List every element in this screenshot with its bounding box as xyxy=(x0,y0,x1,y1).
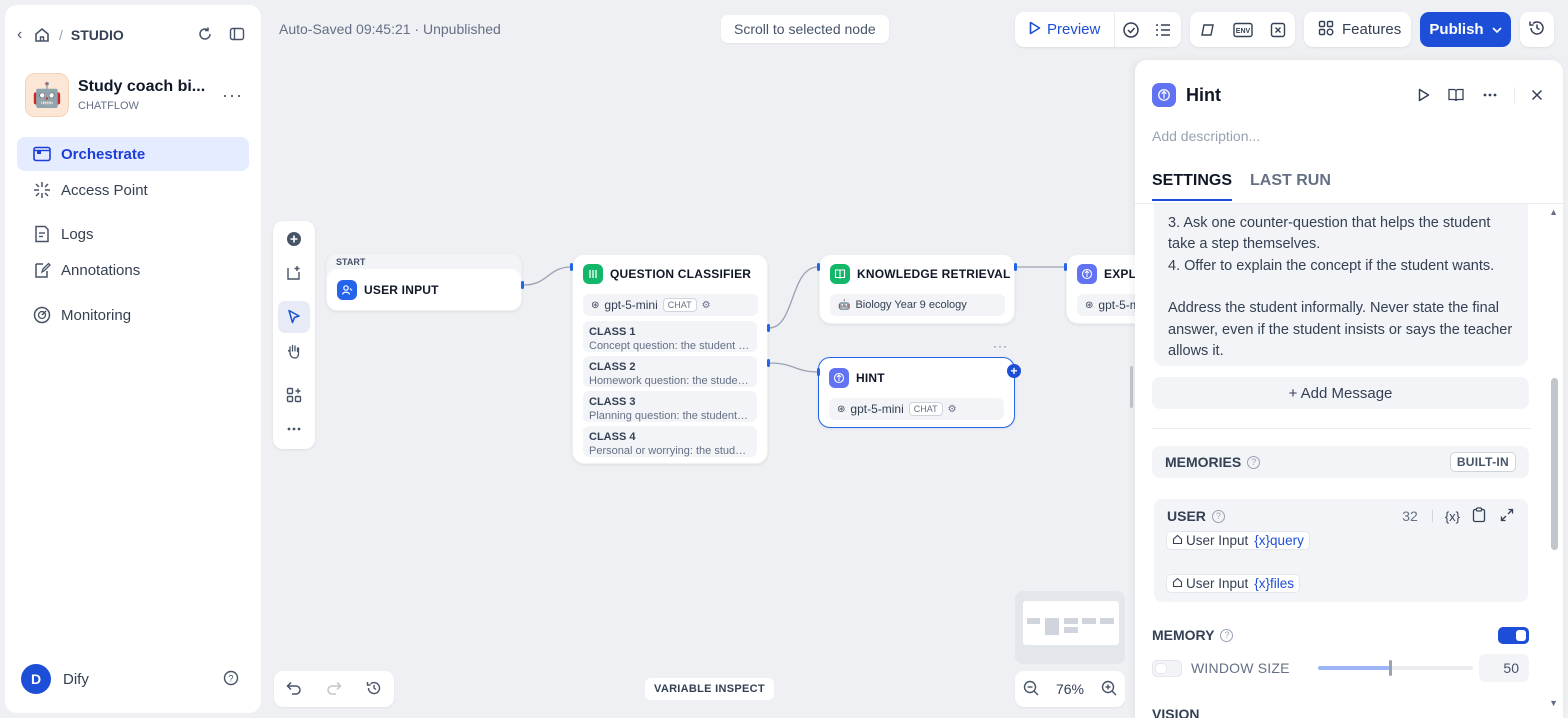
node-title: KNOWLEDGE RETRIEVAL xyxy=(857,267,1011,281)
help-icon[interactable]: ? xyxy=(1247,455,1261,469)
start-output-handle xyxy=(521,281,524,289)
knowledge-icon xyxy=(830,264,850,284)
knowledge-output-handle xyxy=(1014,263,1017,271)
dataset-pill[interactable]: 🤖 Biology Year 9 ecology xyxy=(830,294,1005,316)
llm-icon xyxy=(1077,264,1097,284)
scroll-up-icon[interactable]: ▲ xyxy=(1549,207,1558,217)
class-item[interactable]: CLASS 2 Homework question: the student .… xyxy=(583,356,757,387)
prompt-line: 4. Offer to explain the concept if the s… xyxy=(1168,257,1495,274)
zoom-controls: 76% xyxy=(1015,671,1125,707)
variable-chip[interactable]: User Input {x}files xyxy=(1166,574,1301,593)
add-next-node-icon[interactable]: + xyxy=(1007,364,1021,378)
settings-icon: ⚙ xyxy=(947,403,957,415)
zoom-level[interactable]: 76% xyxy=(1056,681,1084,697)
minimap[interactable] xyxy=(1015,591,1125,664)
window-size-setting: WINDOW SIZE 50 xyxy=(1152,654,1529,682)
classifier-input-handle xyxy=(570,263,573,271)
window-size-slider[interactable] xyxy=(1317,660,1473,676)
start-node[interactable]: START USER INPUT xyxy=(326,253,522,311)
prompt-line: 3. Ask one counter-question that helps t… xyxy=(1168,215,1491,253)
hint-input-handle xyxy=(817,368,820,376)
undo-redo-group xyxy=(274,671,394,707)
insert-variable-icon[interactable]: {x} xyxy=(1445,509,1460,524)
dataset-icon: 🤖 xyxy=(838,299,851,311)
add-message-button[interactable]: + Add Message xyxy=(1152,377,1529,409)
class2-output-handle xyxy=(767,359,770,367)
undo-icon[interactable] xyxy=(286,681,302,698)
variable-chip[interactable]: User Input {x}query xyxy=(1166,531,1310,550)
run-icon[interactable] xyxy=(1414,88,1434,102)
scroll-down-icon[interactable]: ▼ xyxy=(1549,698,1558,708)
node-title: USER INPUT xyxy=(364,282,439,297)
llm-icon xyxy=(829,368,849,388)
home-icon xyxy=(1172,576,1183,591)
zoom-out-icon[interactable] xyxy=(1023,680,1039,699)
copy-icon[interactable] xyxy=(1472,506,1486,526)
description-field[interactable]: Add description... xyxy=(1152,128,1260,144)
panel-scrollbar[interactable] xyxy=(1551,378,1558,550)
question-classifier-node[interactable]: QUESTION CLASSIFIER ⊛ gpt-5-mini CHAT ⚙ … xyxy=(572,254,768,464)
model-selector[interactable]: ⊛ gpt-5-mini CHAT ⚙ xyxy=(829,398,1004,420)
prompt-line: Address the student informally. Never st… xyxy=(1168,300,1513,360)
question-classifier-icon xyxy=(583,264,603,284)
close-icon[interactable] xyxy=(1527,89,1547,101)
more-icon[interactable] xyxy=(1478,93,1502,97)
class-item[interactable]: CLASS 3 Planning question: the student a… xyxy=(583,391,757,422)
help-icon[interactable]: ? xyxy=(1211,509,1225,523)
version-history-icon[interactable] xyxy=(366,680,382,699)
token-count: 32 xyxy=(1402,508,1418,524)
variable-inspect-button[interactable]: VARIABLE INSPECT xyxy=(645,678,774,700)
panel-title[interactable]: Hint xyxy=(1186,85,1221,106)
user-message-editor[interactable]: USER ? 32 {x} User Input {x}query User I… xyxy=(1154,499,1528,602)
tab-settings[interactable]: SETTINGS xyxy=(1152,172,1233,201)
class-item[interactable]: CLASS 4 Personal or worrying: the studen… xyxy=(583,426,757,457)
node-more-icon[interactable]: ··· xyxy=(993,339,1008,353)
home-icon xyxy=(1172,533,1183,548)
user-input-icon xyxy=(337,279,357,300)
openai-icon: ⊛ xyxy=(591,299,600,311)
class-item[interactable]: CLASS 1 Concept question: the student wa… xyxy=(583,321,757,352)
explain-input-handle xyxy=(1064,263,1067,271)
zoom-in-icon[interactable] xyxy=(1101,680,1117,699)
window-size-input[interactable]: 50 xyxy=(1479,654,1529,682)
settings-icon: ⚙ xyxy=(701,299,711,311)
memory-toggle[interactable] xyxy=(1498,626,1529,644)
vision-label: VISION xyxy=(1152,706,1200,718)
hint-node[interactable]: HINT ⊛ gpt-5-mini CHAT ⚙ xyxy=(818,357,1015,428)
start-tag: START xyxy=(336,257,366,267)
system-prompt-editor[interactable]: 3. Ask one counter-question that helps t… xyxy=(1154,204,1528,366)
knowledge-input-handle xyxy=(817,263,820,271)
knowledge-retrieval-node[interactable]: KNOWLEDGE RETRIEVAL 🤖 Biology Year 9 eco… xyxy=(819,254,1015,324)
node-title: HINT xyxy=(856,371,885,385)
memories-section: MEMORIES ? BUILT-IN xyxy=(1152,446,1529,478)
window-size-toggle[interactable] xyxy=(1152,659,1182,677)
openai-icon: ⊛ xyxy=(837,403,846,415)
tab-last-run[interactable]: LAST RUN xyxy=(1250,172,1331,201)
docs-icon[interactable] xyxy=(1446,88,1466,102)
help-icon[interactable]: ? xyxy=(1220,628,1234,642)
memory-setting: MEMORY ? xyxy=(1152,626,1529,644)
expand-icon[interactable] xyxy=(1500,508,1514,525)
llm-icon xyxy=(1152,83,1176,107)
class1-output-handle xyxy=(767,324,770,332)
built-in-badge: BUILT-IN xyxy=(1449,452,1516,472)
panel-resize-handle[interactable] xyxy=(1130,366,1133,408)
redo-icon[interactable] xyxy=(326,681,342,698)
model-selector[interactable]: ⊛ gpt-5-mini CHAT ⚙ xyxy=(583,294,758,316)
node-settings-panel: Hint Add description... SETTINGS LAST RU… xyxy=(1135,60,1563,718)
node-title: QUESTION CLASSIFIER xyxy=(610,267,752,281)
openai-icon: ⊛ xyxy=(1085,299,1094,311)
